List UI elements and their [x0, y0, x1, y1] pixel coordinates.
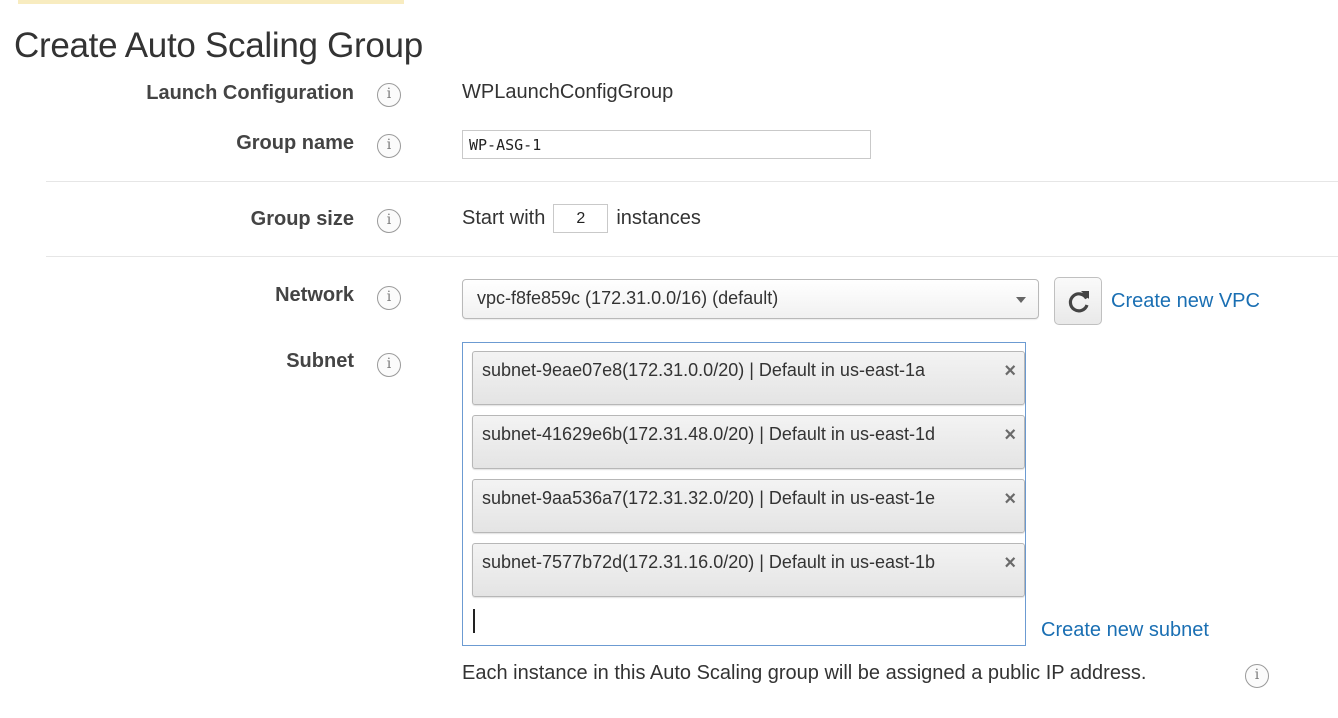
section-divider [46, 181, 1338, 182]
section-divider [46, 256, 1338, 257]
group-size-label: Group size [250, 208, 354, 230]
subnet-tag: subnet-9aa536a7(172.31.32.0/20) | Defaul… [472, 479, 1025, 533]
subnet-tag-label: subnet-9eae07e8(172.31.0.0/20) | Default… [482, 360, 925, 380]
info-icon[interactable]: i [377, 353, 401, 377]
group-size-control: Start with instances [462, 204, 701, 233]
subnet-row: Subnet i subnet-9eae07e8(172.31.0.0/20) … [0, 342, 1338, 652]
info-icon[interactable]: i [377, 209, 401, 233]
public-ip-note-text: Each instance in this Auto Scaling group… [462, 662, 1147, 684]
network-select[interactable]: vpc-f8fe859c (172.31.0.0/16) (default) [462, 279, 1039, 319]
refresh-icon [1068, 291, 1089, 313]
launch-config-label: Launch Configuration [146, 82, 354, 104]
create-subnet-link[interactable]: Create new subnet [1041, 619, 1209, 642]
network-label: Network [275, 284, 354, 306]
subnet-tag-label: subnet-9aa536a7(172.31.32.0/20) | Defaul… [482, 488, 935, 508]
group-size-prefix: Start with [462, 207, 546, 229]
group-size-row: Group size i Start with instances [0, 202, 1338, 236]
create-asg-page: Create Auto Scaling Group Launch Configu… [0, 0, 1338, 718]
info-icon[interactable]: i [377, 83, 401, 107]
chevron-down-icon [1016, 297, 1026, 303]
subnet-search-input[interactable] [472, 609, 876, 637]
close-icon[interactable]: × [1004, 553, 1016, 573]
subnet-multiselect[interactable]: subnet-9eae07e8(172.31.0.0/20) | Default… [462, 342, 1026, 646]
page-title: Create Auto Scaling Group [14, 26, 423, 65]
launch-config-row: Launch Configuration i WPLaunchConfigGro… [0, 80, 1338, 110]
instance-count-input[interactable] [553, 204, 609, 233]
subnet-tag-label: subnet-41629e6b(172.31.48.0/20) | Defaul… [482, 424, 935, 444]
info-icon[interactable]: i [1245, 664, 1269, 688]
network-selected-value: vpc-f8fe859c (172.31.0.0/16) (default) [477, 288, 779, 308]
close-icon[interactable]: × [1004, 489, 1016, 509]
text-caret [473, 609, 475, 633]
refresh-button[interactable] [1054, 277, 1102, 325]
group-name-row: Group name i [0, 130, 1338, 164]
group-size-suffix: instances [616, 207, 701, 229]
subnet-tag: subnet-9eae07e8(172.31.0.0/20) | Default… [472, 351, 1025, 405]
subnet-tag-label: subnet-7577b72d(172.31.16.0/20) | Defaul… [482, 552, 935, 572]
top-accent-bar [18, 0, 404, 4]
launch-config-value: WPLaunchConfigGroup [462, 81, 674, 103]
create-vpc-link[interactable]: Create new VPC [1111, 290, 1260, 313]
close-icon[interactable]: × [1004, 425, 1016, 445]
subnet-label: Subnet [286, 350, 354, 372]
subnet-tag: subnet-7577b72d(172.31.16.0/20) | Defaul… [472, 543, 1025, 597]
info-icon[interactable]: i [377, 286, 401, 310]
public-ip-note: Each instance in this Auto Scaling group… [462, 662, 1147, 685]
info-icon[interactable]: i [377, 134, 401, 158]
group-name-input[interactable] [462, 130, 871, 159]
group-name-label: Group name [236, 132, 354, 154]
subnet-tag: subnet-41629e6b(172.31.48.0/20) | Defaul… [472, 415, 1025, 469]
network-row: Network i vpc-f8fe859c (172.31.0.0/16) (… [0, 277, 1338, 328]
close-icon[interactable]: × [1004, 361, 1016, 381]
